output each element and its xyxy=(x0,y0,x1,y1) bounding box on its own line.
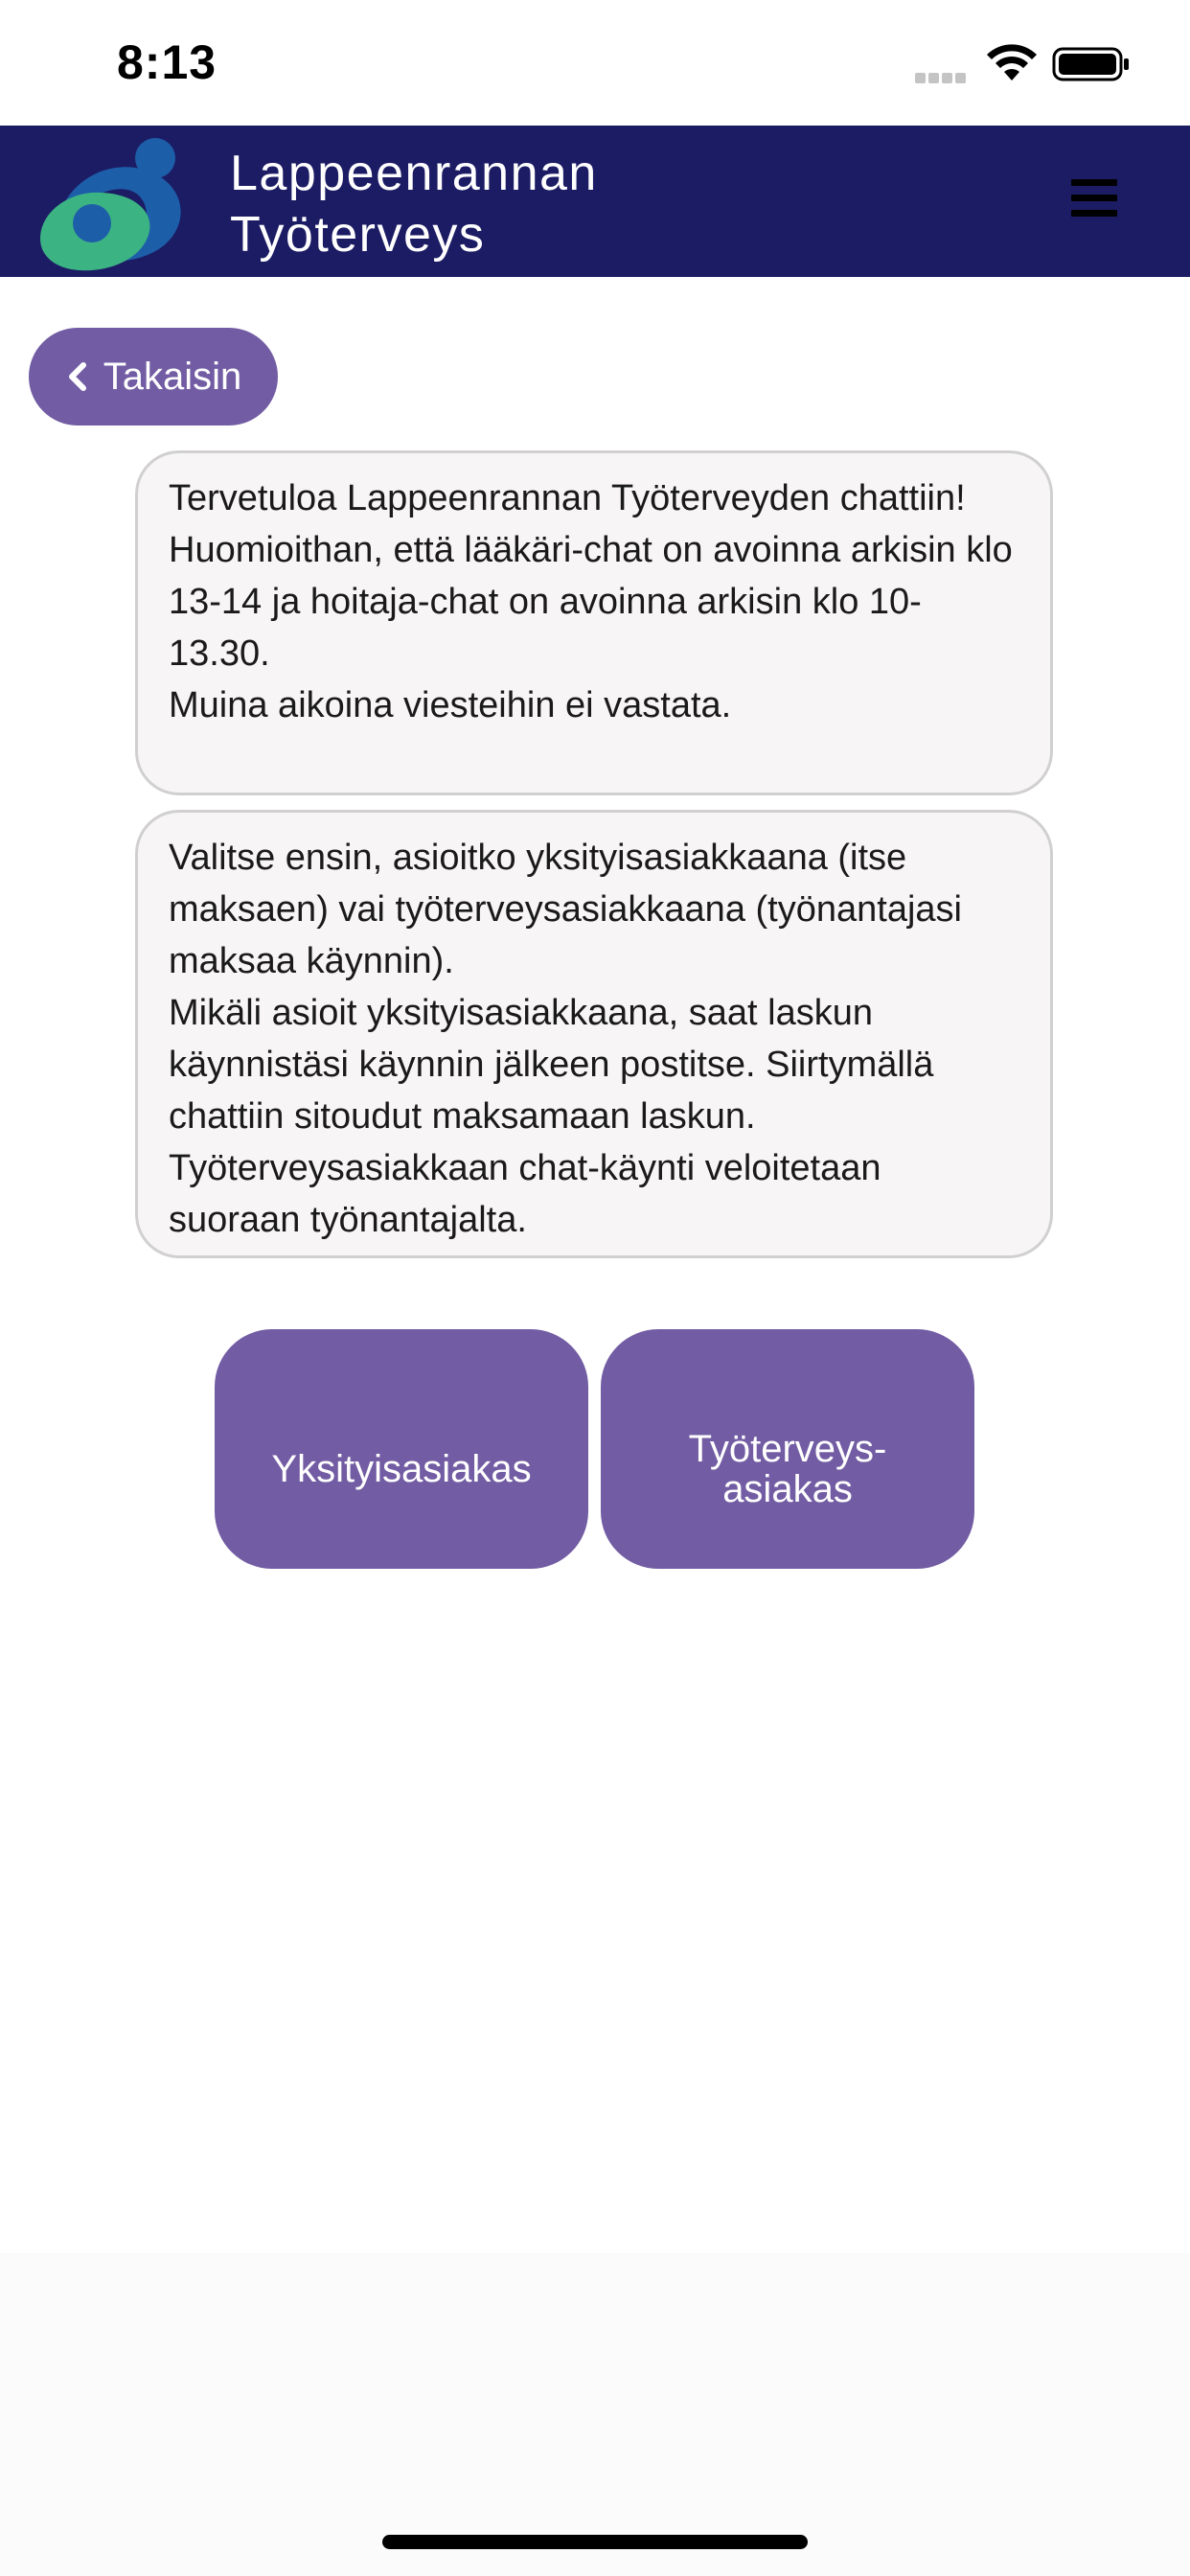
message-line: Valitse ensin, asioitko yksityisasiakkaa… xyxy=(169,838,962,981)
occupational-health-logo-icon xyxy=(40,138,181,271)
cellular-signal-icon xyxy=(915,71,971,84)
back-button[interactable]: Takaisin xyxy=(29,328,278,426)
chat-message-welcome: Tervetuloa Lappeenrannan Työterveyden ch… xyxy=(135,450,1053,795)
back-button-label: Takaisin xyxy=(103,355,242,398)
status-bar: 8:13 xyxy=(0,0,1190,126)
chevron-left-icon xyxy=(68,362,86,391)
occupational-customer-button[interactable]: Työterveys- asiakas xyxy=(601,1329,974,1569)
private-customer-button[interactable]: Yksityisasiakas xyxy=(215,1329,588,1569)
message-line: Tervetuloa Lappeenrannan Työterveyden ch… xyxy=(169,478,966,518)
battery-icon xyxy=(1052,47,1129,81)
occupational-customer-label-line-2: asiakas xyxy=(722,1468,853,1510)
message-line: Mikäli asioit yksityisasiakkaana, saat l… xyxy=(169,993,934,1137)
hamburger-menu-icon[interactable] xyxy=(1071,179,1117,219)
app-header: Lappeenrannan Työterveys xyxy=(0,126,1190,277)
chat-message-customer-type: Valitse ensin, asioitko yksityisasiakkaa… xyxy=(135,810,1053,1258)
brand-line-2: Työterveys xyxy=(230,207,486,263)
chat-content: Takaisin Tervetuloa Lappeenrannan Työter… xyxy=(0,277,1190,2253)
status-time: 8:13 xyxy=(117,35,217,89)
home-indicator[interactable] xyxy=(382,2535,808,2549)
brand-name: Lappeenrannan Työterveys xyxy=(230,143,598,265)
message-line: Työterveysasiakkaan chat-käynti veloitet… xyxy=(169,1148,881,1240)
message-line: Huomioithan, että lääkäri-chat on avoinn… xyxy=(169,530,1013,674)
message-line: Muina aikoina viesteihin ei vastata. xyxy=(169,685,732,725)
brand-line-1: Lappeenrannan xyxy=(230,146,598,201)
occupational-customer-label-line-1: Työterveys- xyxy=(688,1428,887,1470)
wifi-icon xyxy=(987,44,1037,80)
private-customer-label: Yksityisasiakas xyxy=(271,1448,532,1490)
